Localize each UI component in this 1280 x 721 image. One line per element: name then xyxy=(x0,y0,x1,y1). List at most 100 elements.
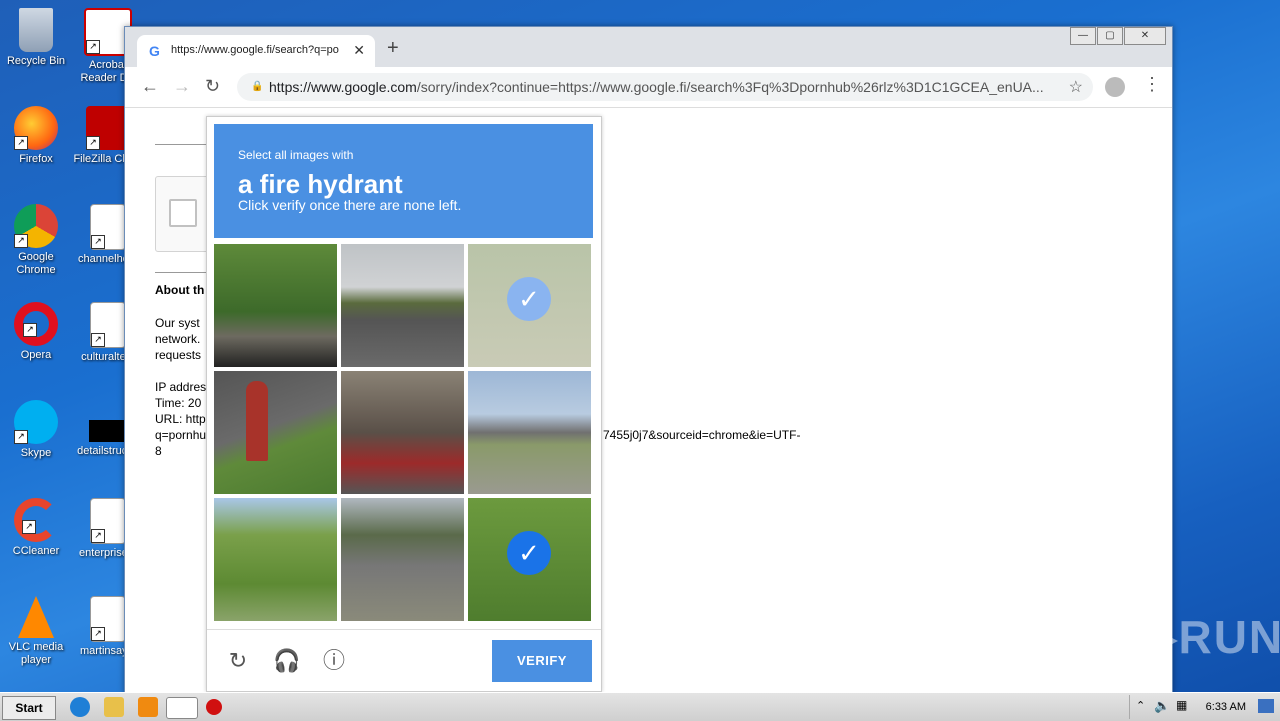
address-url[interactable]: https://www.google.com/sorry/index?conti… xyxy=(269,79,1059,95)
desktop-icon-skype[interactable]: ↗ Skype xyxy=(0,400,72,460)
profile-avatar-icon[interactable] xyxy=(1105,77,1125,97)
minimize-button[interactable]: — xyxy=(1070,27,1096,45)
new-tab-button[interactable]: + xyxy=(387,38,399,58)
shortcut-arrow-icon: ↗ xyxy=(91,627,105,641)
kebab-menu-icon[interactable]: ⋮ xyxy=(1143,75,1161,93)
tab-strip: G https://www.google.fi/search?q=po ✕ + … xyxy=(125,27,1172,67)
desktop-icon-label: VLC media player xyxy=(8,641,64,666)
clock: 6:33 AM xyxy=(1205,701,1246,713)
captcha-tile[interactable] xyxy=(214,371,337,494)
close-window-button[interactable]: ✕ xyxy=(1124,27,1166,45)
desktop-icon-ccleaner[interactable]: ↗ CCleaner xyxy=(0,498,72,558)
tab-title: https://www.google.fi/search?q=po xyxy=(171,44,339,56)
vlc-cone-icon xyxy=(18,596,54,638)
shortcut-arrow-icon: ↗ xyxy=(91,529,105,543)
system-tray: ⌃ 🔈 ▦ 6:33 AM xyxy=(1129,695,1280,719)
address-bar[interactable]: 🔒 https://www.google.com/sorry/index?con… xyxy=(237,73,1093,101)
desktop-icon-label: Skype xyxy=(20,447,52,459)
media-player-icon[interactable] xyxy=(138,697,158,717)
desktop-icon-vlc[interactable]: VLC media player xyxy=(0,596,72,667)
word-document-icon: ↗ xyxy=(90,498,126,544)
ie-icon[interactable] xyxy=(70,697,90,717)
headphones-icon[interactable]: 🎧 xyxy=(273,648,300,674)
google-favicon-icon: G xyxy=(149,43,160,59)
maximize-button[interactable]: ▢ xyxy=(1097,27,1123,45)
opera-icon: ↗ xyxy=(14,302,58,346)
captcha-tile[interactable] xyxy=(341,498,464,621)
desktop-icon-label: Firefox xyxy=(19,153,53,165)
para-line: requests xyxy=(155,348,202,362)
shortcut-arrow-icon: ↗ xyxy=(14,234,28,248)
show-desktop-icon[interactable] xyxy=(1258,699,1274,713)
bookmark-star-icon[interactable]: ☆ xyxy=(1069,77,1083,97)
explorer-icon[interactable] xyxy=(104,697,124,717)
browser-toolbar: ← → ↻ 🔒 https://www.google.com/sorry/ind… xyxy=(125,67,1172,108)
about-heading: About th xyxy=(155,283,205,297)
network-icon[interactable]: ▦ xyxy=(1176,698,1187,712)
shortcut-arrow-icon: ↗ xyxy=(91,235,105,249)
url-path: /sorry/index?continue=https://www.google… xyxy=(416,79,1044,95)
verify-button[interactable]: VERIFY xyxy=(492,640,592,682)
chrome-taskbar-icon[interactable] xyxy=(166,697,198,719)
back-icon[interactable]: ← xyxy=(141,77,159,95)
browser-tab[interactable]: G https://www.google.fi/search?q=po ✕ xyxy=(137,35,375,67)
shortcut-arrow-icon: ↗ xyxy=(86,136,100,150)
captcha-tile[interactable] xyxy=(341,371,464,494)
captcha-tile[interactable] xyxy=(214,244,337,367)
desktop-icon-recycle-bin[interactable]: Recycle Bin xyxy=(0,8,72,68)
para-line: network. xyxy=(155,332,201,346)
window-controls: — ▢ ✕ xyxy=(1069,27,1166,45)
volume-icon[interactable]: 🔈 xyxy=(1154,698,1170,714)
reload-icon[interactable]: ↻ xyxy=(205,77,220,95)
anyrun-watermark: ANY▷RUN xyxy=(1038,611,1280,663)
ccleaner-icon: ↗ xyxy=(14,498,58,542)
selected-check-icon: ✓ xyxy=(507,277,551,321)
start-button[interactable]: Start xyxy=(2,696,56,720)
para-line: 8 xyxy=(155,444,162,458)
tray-chevron-icon[interactable]: ⌃ xyxy=(1136,699,1145,712)
captcha-tile[interactable] xyxy=(341,244,464,367)
para-line: Our syst xyxy=(155,316,200,330)
taskbar: Start ⌃ 🔈 ▦ 6:33 AM xyxy=(0,692,1280,721)
captcha-tile[interactable] xyxy=(214,498,337,621)
desktop-icon-chrome[interactable]: ↗ Google Chrome xyxy=(0,204,72,277)
word-document-icon: ↗ xyxy=(90,596,126,642)
para-line: URL: http xyxy=(155,412,206,426)
para-line: IP addres xyxy=(155,380,207,394)
desktop-icon-opera[interactable]: ↗ Opera xyxy=(0,302,72,362)
forward-icon[interactable]: → xyxy=(173,77,191,95)
captcha-footer: ↻ 🎧 ⓘ VERIFY xyxy=(207,629,601,692)
captcha-tile[interactable] xyxy=(468,371,591,494)
url-tail-text: 7.7455j0j7&sourceid=chrome&ie=UTF- xyxy=(593,428,801,442)
word-document-icon: ↗ xyxy=(90,204,126,250)
shortcut-arrow-icon: ↗ xyxy=(91,333,105,347)
captcha-tile[interactable]: ✓ xyxy=(468,244,591,367)
recaptcha-challenge: Select all images with a fire hydrant Cl… xyxy=(206,116,602,692)
reload-icon[interactable]: ↻ xyxy=(225,648,251,674)
url-domain: https://www.google.com xyxy=(269,79,417,95)
skype-icon: ↗ xyxy=(14,400,58,444)
captcha-tile[interactable]: ✓ xyxy=(468,498,591,621)
fire-hydrant-shape xyxy=(246,381,268,461)
para-line: q=pornhu xyxy=(155,428,207,442)
shortcut-arrow-icon: ↗ xyxy=(23,323,37,337)
desktop-icon-firefox[interactable]: ↗ Firefox xyxy=(0,106,72,166)
tab-close-icon[interactable]: ✕ xyxy=(353,42,365,59)
para-line: Time: 20 xyxy=(155,396,202,410)
opera-taskbar-icon[interactable] xyxy=(206,699,222,715)
instruction-line-1: Select all images with xyxy=(238,148,354,162)
word-document-icon: ↗ xyxy=(90,302,126,348)
instruction-line-3: Click verify once there are none left. xyxy=(238,197,462,213)
shortcut-arrow-icon: ↗ xyxy=(22,520,36,534)
black-file-icon xyxy=(89,420,127,442)
desktop-icon-label: CCleaner xyxy=(12,545,60,557)
desktop-icon-label: Opera xyxy=(20,349,52,361)
selected-check-icon: ✓ xyxy=(507,531,551,575)
info-icon[interactable]: ⓘ xyxy=(321,648,347,674)
captcha-instructions: Select all images with a fire hydrant Cl… xyxy=(214,124,593,238)
instruction-target: a fire hydrant xyxy=(238,169,403,199)
recaptcha-checkbox[interactable] xyxy=(169,199,197,227)
shortcut-arrow-icon: ↗ xyxy=(86,40,100,54)
recycle-bin-icon xyxy=(19,8,53,52)
shortcut-arrow-icon: ↗ xyxy=(14,136,28,150)
